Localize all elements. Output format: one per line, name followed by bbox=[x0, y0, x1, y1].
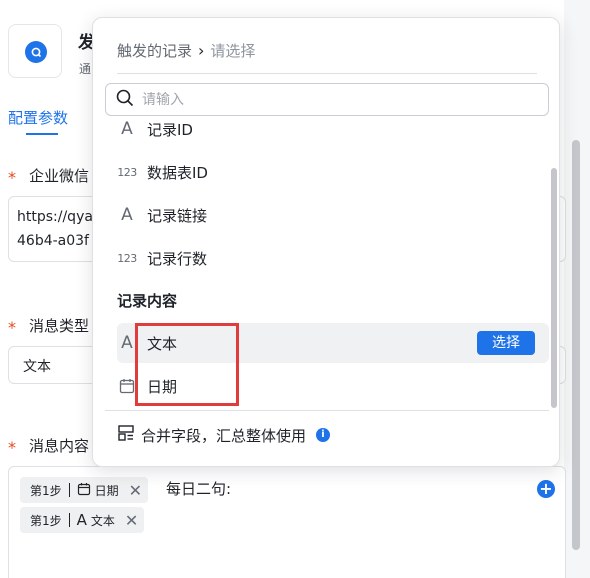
calendar-icon bbox=[77, 482, 91, 499]
number-123-icon: 123 bbox=[117, 165, 137, 179]
app-subtitle: 通 bbox=[79, 62, 92, 76]
list-item-label: 数据表ID bbox=[147, 163, 208, 182]
close-icon[interactable]: ✕ bbox=[129, 481, 142, 500]
chip-divider bbox=[68, 483, 70, 497]
text-a-icon: A bbox=[121, 205, 133, 225]
calendar-icon bbox=[117, 378, 137, 394]
tab-active-indicator bbox=[26, 133, 58, 135]
chip-step-label: 第1步 bbox=[30, 483, 62, 498]
field-label-content: 消息内容 bbox=[29, 437, 90, 455]
info-icon[interactable]: i bbox=[316, 428, 331, 442]
required-asterisk: * bbox=[8, 168, 16, 187]
breadcrumb-root[interactable]: 触发的记录 bbox=[117, 40, 192, 61]
list-item-label: 记录行数 bbox=[147, 249, 208, 268]
annotation-highlight-box bbox=[135, 323, 239, 406]
number-123-icon: 123 bbox=[117, 251, 137, 265]
chip-field-label: 日期 bbox=[94, 483, 119, 498]
field-label-msgtype: 消息类型 bbox=[29, 317, 90, 335]
merge-fields-option[interactable]: 合并字段，汇总整体使用 i bbox=[117, 424, 331, 446]
list-item-label: 记录ID bbox=[147, 120, 193, 139]
list-item-record-link[interactable]: A 记录链接 bbox=[117, 194, 207, 236]
breadcrumb: 触发的记录 › 请选择 bbox=[117, 40, 255, 61]
required-asterisk: * bbox=[8, 438, 16, 457]
app-logo-card bbox=[8, 24, 62, 78]
search-input[interactable] bbox=[142, 91, 522, 108]
list-item-label: 记录链接 bbox=[147, 206, 208, 225]
chip-divider bbox=[68, 513, 70, 527]
list-item-record-id[interactable]: A 记录ID bbox=[117, 108, 193, 150]
list-item-table-id[interactable]: 123 数据表ID bbox=[117, 151, 208, 193]
list-item-record-count[interactable]: 123 记录行数 bbox=[117, 237, 207, 279]
dropdown-scrollbar-thumb[interactable] bbox=[551, 168, 557, 408]
select-button[interactable]: 选择 bbox=[477, 331, 535, 355]
text-a-icon: A bbox=[121, 119, 133, 139]
content-chip-date[interactable]: 第1步 日期 ✕ bbox=[20, 477, 149, 503]
divider bbox=[105, 410, 549, 411]
webhook-url-line2: 46b4-a03f bbox=[17, 233, 89, 249]
chevron-right-icon: › bbox=[198, 41, 205, 60]
tab-config-params[interactable]: 配置参数 bbox=[8, 107, 68, 128]
msgtype-value: 文本 bbox=[23, 359, 51, 375]
content-static-text: 每日二句: bbox=[166, 480, 232, 498]
merge-fields-icon bbox=[117, 424, 135, 446]
webhook-url-line1: https://qya bbox=[17, 209, 93, 225]
content-chip-text[interactable]: 第1步 A 文本 ✕ bbox=[20, 507, 145, 533]
chip-step-label: 第1步 bbox=[30, 513, 62, 528]
divider bbox=[117, 73, 537, 74]
section-title-record-content: 记录内容 bbox=[117, 292, 178, 310]
page-scrollbar-thumb[interactable] bbox=[572, 140, 580, 550]
field-label-wecom: 企业微信 bbox=[29, 167, 90, 185]
merge-fields-label: 合并字段，汇总整体使用 bbox=[141, 426, 307, 445]
close-icon[interactable]: ✕ bbox=[125, 511, 138, 530]
text-a-icon: A bbox=[121, 333, 133, 353]
breadcrumb-current: 请选择 bbox=[210, 42, 256, 60]
wecom-chat-icon bbox=[25, 41, 47, 63]
chip-field-label: 文本 bbox=[90, 513, 115, 528]
text-a-icon: A bbox=[76, 511, 87, 529]
add-field-plus-icon[interactable]: + bbox=[537, 480, 555, 498]
required-asterisk: * bbox=[8, 318, 16, 337]
field-picker-dropdown: 触发的记录 › 请选择 A 记录ID 123 数据表ID A 记录链接 123 … bbox=[92, 17, 560, 467]
